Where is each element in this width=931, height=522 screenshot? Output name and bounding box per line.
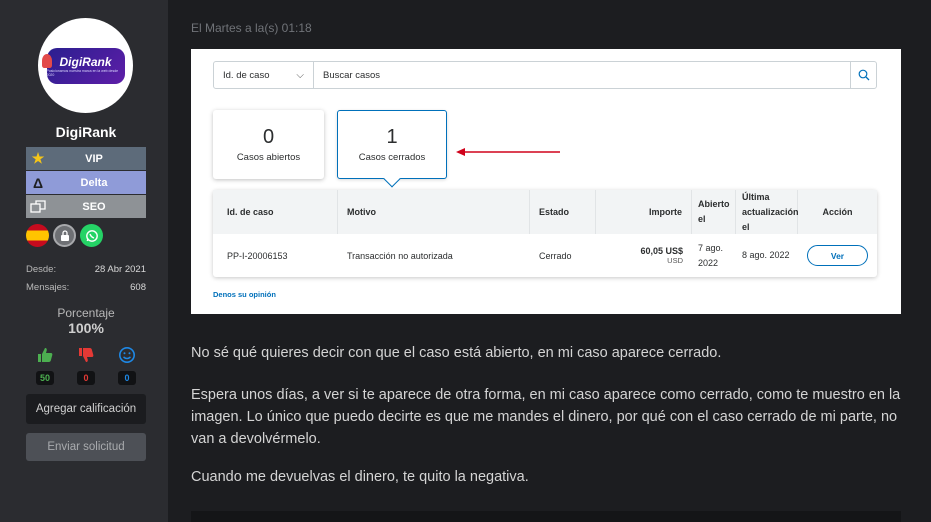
- closed-cases-card[interactable]: 1 Casos cerrados: [337, 110, 447, 179]
- open-cases-label: Casos abiertos: [236, 152, 301, 163]
- table-row: PP-I-20006153 Transacción no autorizada …: [213, 234, 877, 277]
- table-header: Id. de caso Motivo Estado Importe Abiert…: [213, 190, 877, 234]
- search-input[interactable]: Buscar casos: [314, 70, 850, 81]
- post-paragraph: Cuando me devuelvas el dinero, te quito …: [191, 469, 529, 485]
- reputation-votes: 50 0 0: [26, 346, 146, 385]
- search-icon: [858, 69, 869, 81]
- badge-label: VIP: [85, 152, 103, 165]
- select-value: Id. de caso: [223, 69, 270, 81]
- vote-negative[interactable]: 0: [67, 346, 105, 385]
- col-header-updated[interactable]: Última actualización el: [736, 190, 799, 234]
- seo-icon: [26, 199, 50, 214]
- closed-cases-label: Casos cerrados: [358, 152, 426, 163]
- embedded-screenshot: Id. de caso ⌵ Buscar casos 0 Casos abier…: [191, 49, 901, 314]
- percentage-label: Porcentaje: [57, 306, 115, 320]
- vote-count: 0: [118, 371, 136, 385]
- user-sidebar: DigiRank Posicionamos nuestra marca en l…: [0, 0, 168, 522]
- add-rating-button[interactable]: Agregar calificación: [26, 394, 146, 424]
- smiley-icon: [118, 346, 136, 366]
- thumbs-down-icon: [77, 346, 95, 366]
- percentage-value: 100%: [68, 320, 104, 336]
- open-cases-count: 0: [262, 126, 275, 148]
- open-cases-card[interactable]: 0 Casos abiertos: [213, 110, 324, 179]
- badge-label: SEO: [82, 200, 106, 213]
- col-header-status[interactable]: Estado: [530, 190, 596, 234]
- star-icon: ★: [31, 150, 45, 166]
- search-button[interactable]: [850, 62, 876, 88]
- stat-label: Desde:: [26, 264, 57, 275]
- col-header-id[interactable]: Id. de caso: [213, 190, 338, 234]
- post-content: El Martes a la(s) 01:18 Id. de caso ⌵ Bu…: [168, 0, 931, 522]
- col-header-opened[interactable]: Abierto el: [692, 190, 736, 234]
- lock-icon: [53, 224, 76, 247]
- post-paragraph: Espera unos días, a ver si te aparece de…: [191, 387, 901, 447]
- stat-since: Desde: 28 Abr 2021: [26, 264, 146, 275]
- badge-vip: ★ VIP: [26, 147, 146, 170]
- col-header-action: Acción: [822, 207, 853, 217]
- whatsapp-icon[interactable]: [80, 224, 103, 247]
- vote-count: 50: [35, 371, 54, 385]
- cell-amount: 60,05 US$ USD: [596, 234, 692, 277]
- vote-neutral[interactable]: 0: [108, 346, 146, 385]
- rocket-icon: [41, 53, 52, 68]
- col-header-reason[interactable]: Motivo: [338, 190, 530, 234]
- amount-value: 60,05 US$: [640, 246, 683, 256]
- user-badges: ★ VIP Δ Delta SEO: [26, 147, 146, 219]
- next-block-edge: [191, 511, 901, 522]
- badge-label: Delta: [80, 176, 108, 189]
- stat-label: Mensajes:: [26, 282, 70, 293]
- badge-delta: Δ Delta: [26, 171, 146, 194]
- cell-id: PP-I-20006153: [227, 250, 288, 261]
- case-search-bar: Id. de caso ⌵ Buscar casos: [213, 61, 877, 89]
- username[interactable]: DigiRank: [0, 124, 172, 140]
- cell-opened: 7 ago. 2022: [698, 242, 724, 268]
- cell-action: Ver: [798, 234, 877, 277]
- avatar[interactable]: DigiRank Posicionamos nuestra marca en l…: [38, 18, 133, 113]
- logo-subtext: Posicionamos nuestra marca en la web des…: [46, 68, 119, 77]
- stat-value: 28 Abr 2021: [94, 264, 146, 275]
- view-case-button[interactable]: Ver: [807, 245, 868, 266]
- send-request-button[interactable]: Enviar solicitud: [26, 433, 146, 461]
- stat-messages: Mensajes: 608: [26, 282, 146, 293]
- digirank-logo: DigiRank Posicionamos nuestra marca en l…: [41, 47, 125, 84]
- col-header-amount[interactable]: Importe: [596, 190, 692, 234]
- red-arrow-icon: [456, 148, 560, 156]
- user-icons: [26, 224, 103, 247]
- thumbs-up-icon: [36, 346, 54, 366]
- vote-positive[interactable]: 50: [26, 346, 64, 385]
- badge-seo: SEO: [26, 195, 146, 218]
- search-type-select[interactable]: Id. de caso ⌵: [214, 62, 314, 88]
- cell-status: Cerrado: [539, 250, 572, 261]
- cases-table: Id. de caso Motivo Estado Importe Abiert…: [213, 190, 877, 277]
- cell-updated: 8 ago. 2022: [742, 250, 790, 260]
- cell-reason: Transacción no autorizada: [347, 250, 453, 261]
- feedback-link[interactable]: Denos su opinión: [213, 290, 276, 299]
- chevron-down-icon: ⌵: [296, 69, 304, 81]
- delta-icon: Δ: [32, 174, 44, 191]
- closed-cases-count: 1: [386, 126, 398, 148]
- stat-value: 608: [130, 282, 146, 293]
- post-date[interactable]: El Martes a la(s) 01:18: [191, 21, 312, 35]
- spain-flag-icon: [26, 224, 49, 247]
- vote-count: 0: [77, 371, 95, 385]
- post-paragraph: No sé qué quieres decir con que el caso …: [191, 345, 722, 361]
- amount-currency: USD: [667, 256, 683, 265]
- logo-text: DigiRank: [59, 54, 112, 69]
